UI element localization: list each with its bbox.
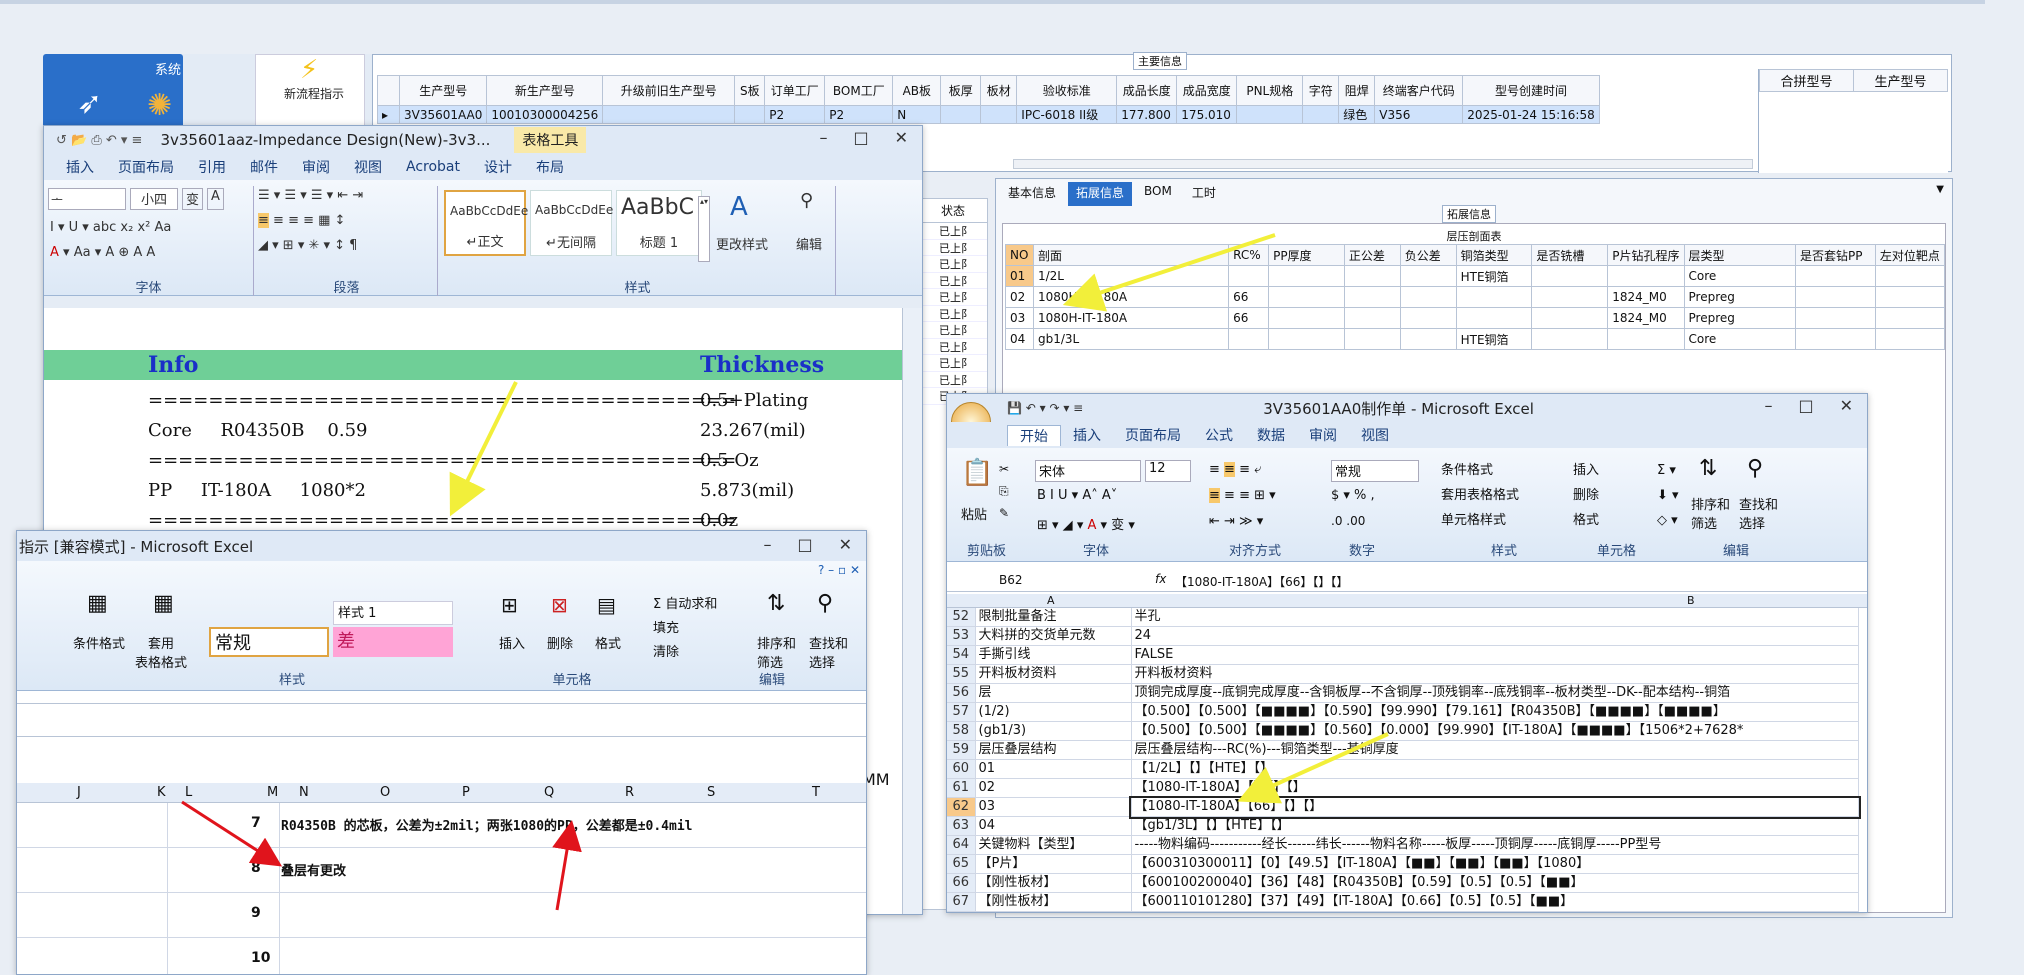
red-arrow-layer-change (181, 800, 283, 867)
annotation-layer (181, 233, 1389, 911)
yellow-arrow-stack (1062, 233, 1276, 312)
red-arrow-pp (552, 820, 582, 911)
yellow-arrow-doc (449, 381, 518, 517)
yellow-arrow-excel (1237, 732, 1389, 804)
